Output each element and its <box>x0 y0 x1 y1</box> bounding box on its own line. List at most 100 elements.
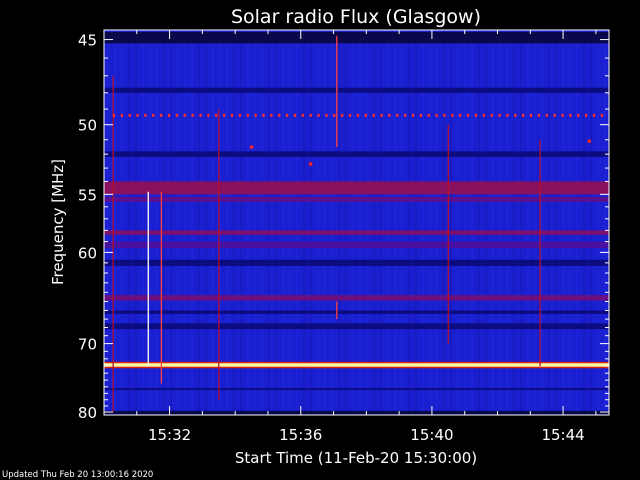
texture-column <box>569 30 571 415</box>
texture-column <box>275 30 277 415</box>
texture-column <box>352 30 354 415</box>
texture-column <box>240 30 242 415</box>
texture-column <box>597 30 599 415</box>
interference-dot <box>215 113 218 117</box>
interference-dot <box>419 113 422 117</box>
interference-dot <box>380 113 383 117</box>
texture-column <box>296 30 298 415</box>
interference-dot <box>254 113 257 117</box>
interference-dot <box>600 113 603 117</box>
texture-column <box>562 30 564 415</box>
y-axis-label: Frequency [MHz] <box>49 159 67 285</box>
frequency-band <box>104 295 609 301</box>
frequency-band <box>104 310 609 314</box>
texture-column <box>485 30 487 415</box>
y-tick-label: 80 <box>78 404 97 422</box>
texture-column <box>492 30 494 415</box>
interference-dot <box>537 113 541 117</box>
texture-column <box>415 30 417 415</box>
texture-column <box>114 30 116 415</box>
texture-column <box>324 30 326 415</box>
texture-column <box>128 30 130 415</box>
interference-dot <box>561 113 564 117</box>
texture-column <box>366 30 368 415</box>
texture-column <box>303 30 305 415</box>
interference-dot <box>388 113 391 117</box>
plot-area <box>104 30 609 415</box>
texture-column <box>457 30 459 415</box>
frequency-band <box>104 259 609 266</box>
interference-dot <box>246 113 249 117</box>
interference-dot <box>160 113 163 117</box>
x-tick-label: 15:44 <box>541 426 584 444</box>
interference-dot <box>199 113 202 117</box>
texture-column <box>205 30 207 415</box>
texture-column <box>590 30 592 415</box>
y-tick-label: 55 <box>78 186 97 204</box>
y-tick-label: 50 <box>78 117 97 135</box>
interference-dot <box>459 113 462 117</box>
texture-column <box>541 30 543 415</box>
x-axis-label: Start Time (11-Feb-20 15:30:00) <box>235 449 477 467</box>
interference-dot <box>577 113 580 117</box>
texture-column <box>247 30 249 415</box>
texture-column <box>450 30 452 415</box>
interference-dot <box>553 113 556 117</box>
interference-dot <box>585 113 588 117</box>
interference-dot <box>451 113 454 117</box>
interference-dot <box>356 113 360 117</box>
frequency-band <box>104 410 609 415</box>
interference-dot <box>592 113 596 117</box>
x-tick-label: 15:32 <box>148 426 191 444</box>
chart-title: Solar radio Flux (Glasgow) <box>231 6 481 28</box>
interference-dot <box>569 113 572 117</box>
texture-column <box>422 30 424 415</box>
hotspot <box>249 145 254 149</box>
texture-column <box>401 30 403 415</box>
interference-dot <box>167 113 171 117</box>
texture-column <box>331 30 333 415</box>
hotspot <box>587 139 592 143</box>
interference-dot <box>364 113 367 117</box>
frequency-band <box>104 363 609 367</box>
texture-column <box>149 30 151 415</box>
texture-column <box>156 30 158 415</box>
texture-column <box>191 30 193 415</box>
texture-column <box>394 30 396 415</box>
texture-column <box>142 30 144 415</box>
frequency-band <box>104 366 609 369</box>
interference-dot <box>514 113 517 117</box>
texture-column <box>527 30 529 415</box>
frequency-band <box>104 241 609 249</box>
interference-dot <box>238 113 241 117</box>
interference-dot <box>293 113 297 117</box>
texture-column <box>170 30 172 415</box>
texture-column <box>548 30 550 415</box>
interference-dot <box>128 113 131 117</box>
interference-dot <box>372 113 375 117</box>
texture-column <box>261 30 263 415</box>
interference-dot <box>341 113 344 117</box>
frequency-band <box>104 230 609 235</box>
interference-dot <box>498 113 501 117</box>
texture-column <box>254 30 256 415</box>
interference-dot <box>411 113 415 117</box>
interference-dot <box>506 113 509 117</box>
texture-column <box>499 30 501 415</box>
texture-column <box>268 30 270 415</box>
texture-column <box>464 30 466 415</box>
texture-column <box>373 30 375 415</box>
interference-dot <box>466 113 470 117</box>
texture-column <box>387 30 389 415</box>
y-tick-label: 45 <box>78 32 97 50</box>
interference-dot <box>262 113 265 117</box>
texture-column <box>506 30 508 415</box>
texture-column <box>555 30 557 415</box>
texture-column <box>233 30 235 415</box>
interference-dot <box>396 113 399 117</box>
interference-dot <box>136 113 139 117</box>
texture-column <box>198 30 200 415</box>
texture-column <box>163 30 165 415</box>
x-tick-label: 15:36 <box>279 426 322 444</box>
texture-column <box>534 30 536 415</box>
